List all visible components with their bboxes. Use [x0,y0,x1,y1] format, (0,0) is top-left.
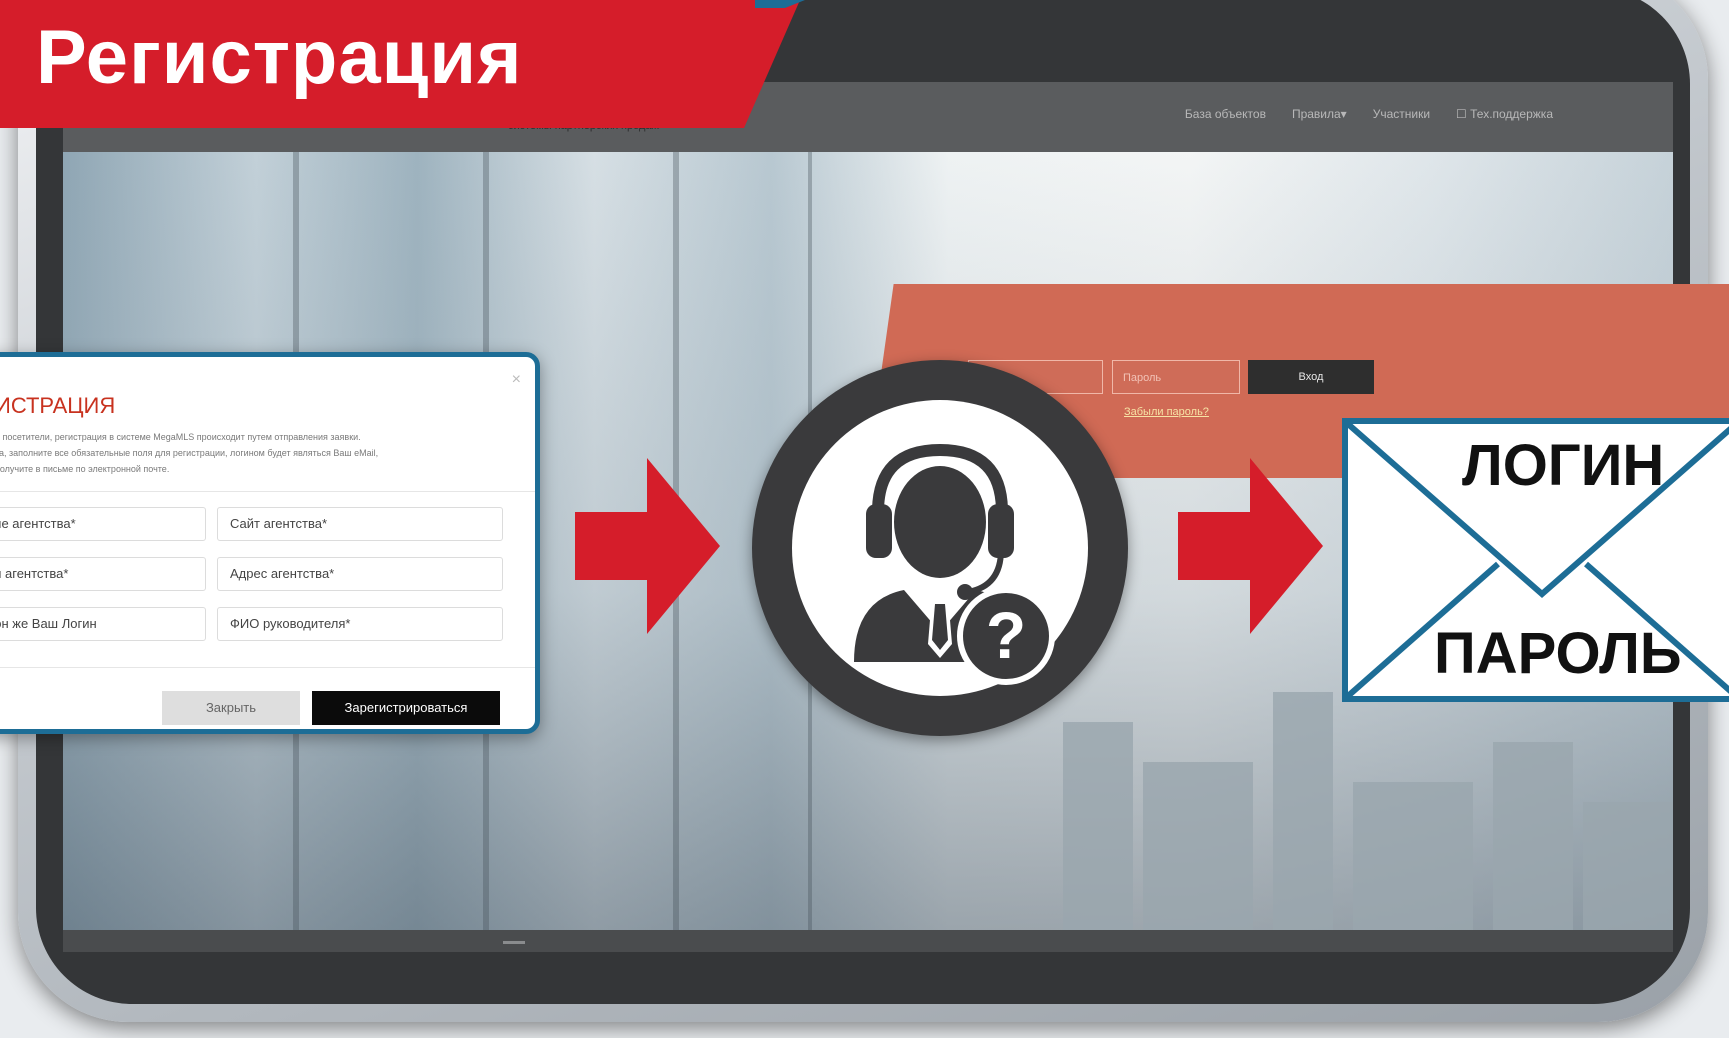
intro-line: е посетители, регистрация в системе Mega… [0,432,361,442]
agency-address-field[interactable]: Адрес агентства* [217,557,503,591]
svg-text:?: ? [986,598,1026,672]
support-circle: ? [752,360,1128,736]
agency-site-field[interactable]: Сайт агентства* [217,507,503,541]
intro-line: та, заполните все обязательные поля для … [0,448,379,458]
modal-footer-divider [0,667,535,668]
modal-close-icon[interactable]: × [512,371,521,389]
scroll-indicator [503,941,525,944]
email-login-field[interactable]: , он же Ваш Логин [0,607,206,641]
forgot-password-link[interactable]: Забыли пароль? [1124,406,1209,418]
city-building [1353,782,1473,952]
password-input[interactable]: Пароль [1112,360,1240,394]
city-building [1273,692,1333,952]
title-banner: Регистрация [0,0,800,128]
registration-modal: ИСТРАЦИЯ × е посетители, регистрация в с… [0,352,540,734]
nav-item-support[interactable]: ☐ Тех.поддержка [1456,107,1553,121]
question-mark-icon: ? [957,587,1055,685]
city-building [1143,762,1253,952]
nav-item-rules[interactable]: Правила▾ [1292,107,1347,121]
modal-title: ИСТРАЦИЯ [0,393,116,418]
agency-name-field[interactable]: ние агентства* [0,507,206,541]
city-building [1063,722,1133,952]
agency-phone-field[interactable]: он агентства* [0,557,206,591]
director-name-field[interactable]: ФИО руководителя* [217,607,503,641]
banner-title: Регистрация [36,15,523,100]
arrow-right-icon [575,458,720,634]
modal-divider [0,491,535,492]
register-button[interactable]: Зарегистрироваться [312,691,500,725]
site-nav: База объектов Правила▾ Участники ☐ Тех.п… [1185,107,1553,121]
envelope-password-label: ПАРОЛЬ [1434,621,1682,686]
login-button[interactable]: Вход [1248,360,1374,394]
close-button[interactable]: Закрыть [162,691,300,725]
city-building [1493,742,1573,952]
modal-intro-text: е посетители, регистрация в системе Mega… [0,429,465,477]
nav-item-members[interactable]: Участники [1373,107,1430,121]
site-footer [63,930,1673,952]
nav-item-objects[interactable]: База объектов [1185,107,1266,121]
arrow-right-icon [1178,458,1323,634]
envelope-login-label: ЛОГИН [1462,433,1665,498]
intro-line: получите в письме по электронной почте. [0,464,170,474]
